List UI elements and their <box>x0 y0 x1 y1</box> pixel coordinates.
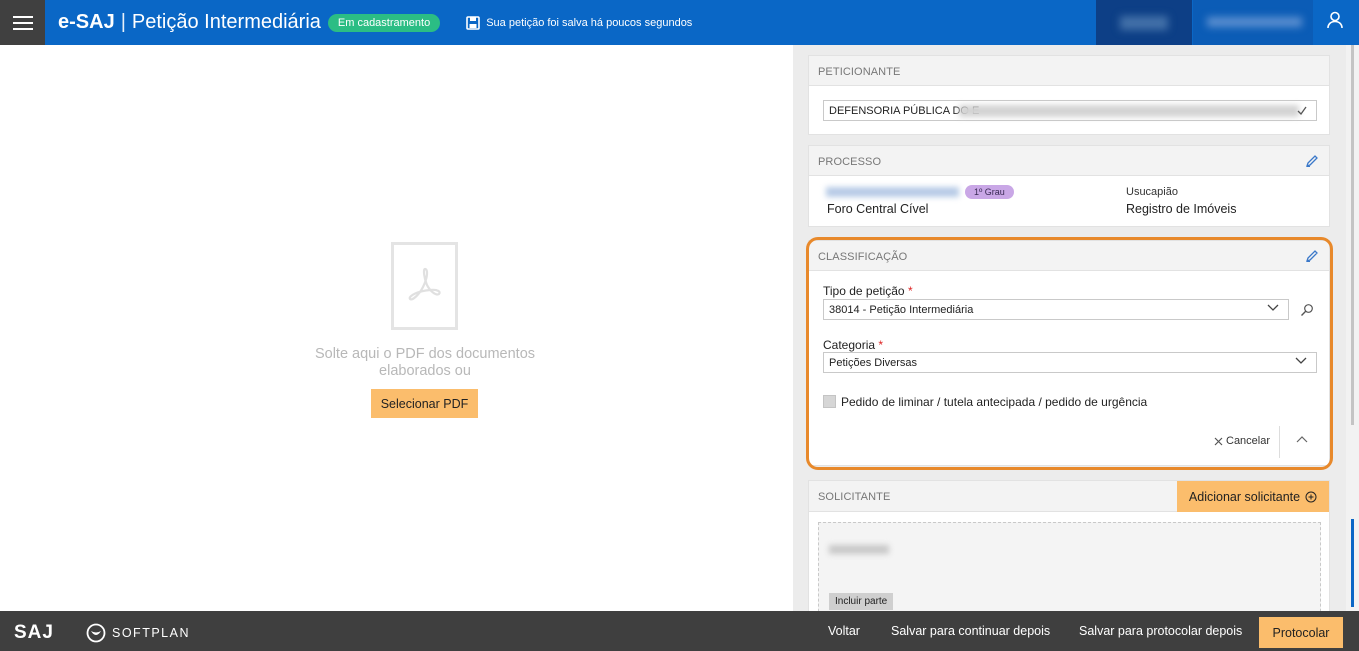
processo-foro: Foro Central Cível <box>827 202 929 216</box>
save-protocol-later-button[interactable]: Salvar para protocolar depois <box>1079 611 1242 651</box>
pencil-edit-icon[interactable] <box>1305 154 1319 168</box>
check-icon <box>1297 106 1307 115</box>
processo-card: PROCESSO 1º Grau Foro Central Cível Usuc… <box>808 145 1330 227</box>
peticionante-value: DEFENSORIA PÚBLICA DO E <box>829 105 980 117</box>
solicitante-card: SOLICITANTE Adicionar solicitante Inclui… <box>808 480 1330 611</box>
plus-circle-icon <box>1305 491 1317 502</box>
save-status-text: Sua petição foi salva há poucos segundos <box>486 16 693 29</box>
solicitante-drop-zone: Incluir parte <box>818 522 1321 611</box>
protocolar-button[interactable]: Protocolar <box>1259 617 1343 648</box>
softplan-leaf-icon <box>86 623 106 643</box>
categoria-label: Categoria * <box>823 338 884 352</box>
redacted-user-info <box>1096 0 1192 45</box>
scrollbar[interactable] <box>1346 45 1359 611</box>
categoria-value: Petições Diversas <box>829 357 918 369</box>
add-solicitante-label: Adicionar solicitante <box>1188 489 1301 504</box>
liminar-checkbox-label[interactable]: Pedido de liminar / tutela antecipada / … <box>841 395 1147 409</box>
liminar-checkbox[interactable] <box>823 395 836 408</box>
peticionante-select[interactable]: DEFENSORIA PÚBLICA DO E <box>823 100 1317 121</box>
tipo-peticao-label: Tipo de petição * <box>823 284 913 298</box>
hamburger-menu-icon[interactable] <box>0 0 45 45</box>
categoria-select[interactable]: Petições Diversas <box>823 352 1317 373</box>
solicitante-title: SOLICITANTE <box>818 491 891 503</box>
divider <box>1279 426 1280 458</box>
peticionante-title: PETICIONANTE <box>818 66 901 78</box>
classificacao-card: CLASSIFICAÇÃO Tipo de petição * 38014 - … <box>808 240 1330 466</box>
page-title: Petição Intermediária <box>131 11 321 33</box>
user-icon[interactable] <box>1326 11 1344 29</box>
tipo-peticao-value: 38014 - Petição Intermediária <box>829 304 974 316</box>
floppy-disk-icon <box>466 15 481 30</box>
scroll-thumb[interactable] <box>1351 519 1354 607</box>
pdf-file-icon <box>391 242 458 330</box>
tipo-peticao-select[interactable]: 38014 - Petição Intermediária <box>823 299 1289 320</box>
solicitante-header: SOLICITANTE Adicionar solicitante <box>809 481 1329 512</box>
app-brand: e-SAJ | Petição Intermediária <box>58 11 321 34</box>
classificacao-header: CLASSIFICAÇÃO <box>809 241 1329 271</box>
processo-classe: Usucapião <box>1126 186 1178 198</box>
cancel-label: Cancelar <box>1226 435 1271 447</box>
save-continue-button[interactable]: Salvar para continuar depois <box>891 611 1050 651</box>
processo-title: PROCESSO <box>818 156 882 168</box>
app-name: e-SAJ <box>58 11 115 33</box>
pdf-drop-area[interactable]: Solte aqui o PDF dos documentos elaborad… <box>0 45 793 611</box>
drop-instruction-text: Solte aqui o PDF dos documentos elaborad… <box>314 346 536 379</box>
form-panel: PETICIONANTE DEFENSORIA PÚBLICA DO E PRO… <box>793 45 1346 611</box>
status-badge: Em cadastramento <box>327 13 441 32</box>
pencil-edit-icon[interactable] <box>1305 249 1319 263</box>
include-party-button[interactable]: Incluir parte <box>829 593 894 610</box>
peticionante-card: PETICIONANTE DEFENSORIA PÚBLICA DO E <box>808 55 1330 135</box>
cancel-button[interactable]: Cancelar <box>1214 435 1270 447</box>
footer-bar: SAJ SOFTPLAN Voltar Salvar para continua… <box>0 611 1359 651</box>
chevron-down-icon <box>1267 304 1279 311</box>
title-separator: | <box>120 11 126 33</box>
select-pdf-button[interactable]: Selecionar PDF <box>371 389 478 418</box>
softplan-logo-text: SOFTPLAN <box>112 626 190 640</box>
saj-logo: SAJ <box>14 622 54 643</box>
redacted-process-number <box>826 187 959 197</box>
close-icon <box>1214 437 1223 445</box>
scroll-track <box>1351 45 1354 425</box>
chevron-up-icon[interactable] <box>1296 435 1308 443</box>
classificacao-title: CLASSIFICAÇÃO <box>818 251 908 263</box>
softplan-logo: SOFTPLAN <box>86 623 190 643</box>
redacted-peticionante <box>959 105 1299 117</box>
redacted-user-name[interactable] <box>1193 0 1313 45</box>
peticionante-header: PETICIONANTE <box>809 56 1329 86</box>
processo-assunto: Registro de Imóveis <box>1126 202 1237 216</box>
processo-header: PROCESSO <box>809 146 1329 176</box>
add-solicitante-button[interactable]: Adicionar solicitante <box>1177 481 1329 512</box>
chevron-down-icon <box>1295 357 1307 364</box>
search-icon[interactable] <box>1300 303 1314 317</box>
save-status: Sua petição foi salva há poucos segundos <box>466 15 693 30</box>
redacted-solicitante <box>829 545 889 554</box>
voltar-button[interactable]: Voltar <box>828 611 860 651</box>
grau-badge: 1º Grau <box>965 185 1014 199</box>
